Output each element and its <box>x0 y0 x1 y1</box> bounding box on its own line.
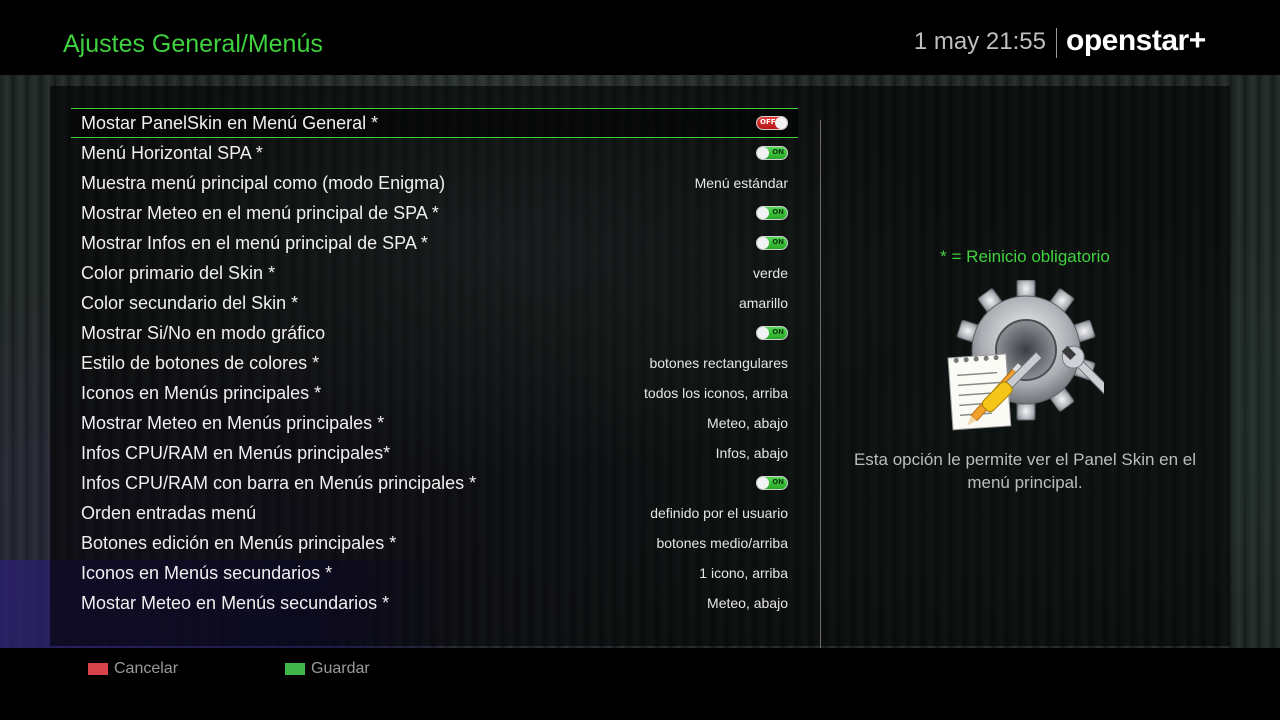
save-button[interactable]: Guardar <box>285 660 370 678</box>
settings-row[interactable]: Mostrar Meteo en el menú principal de SP… <box>71 198 798 228</box>
toggle-knob <box>757 147 769 159</box>
setting-value: Infos, abajo <box>715 445 788 461</box>
settings-row[interactable]: Color secundario del Skin * amarillo <box>71 288 798 318</box>
toggle-switch[interactable]: ON <box>756 236 788 250</box>
settings-row[interactable]: Botones edición en Menús principales * bo… <box>71 528 798 558</box>
setting-value: Meteo, abajo <box>707 595 788 611</box>
setting-label: Estilo de botones de colores * <box>81 352 320 373</box>
setting-value: definido por el usuario <box>650 505 788 521</box>
help-text: Esta opción le permite ver el Panel Skin… <box>853 450 1197 492</box>
settings-row[interactable]: Infos CPU/RAM con barra en Menús princip… <box>71 468 798 498</box>
toggle-knob <box>757 327 769 339</box>
setting-value: 1 icono, arriba <box>699 565 788 581</box>
settings-row[interactable]: Iconos en Menús principales * todos los i… <box>71 378 798 408</box>
settings-row[interactable]: Color primario del Skin * verde <box>71 258 798 288</box>
toggle-knob <box>757 477 769 489</box>
toggle-switch[interactable]: ON <box>756 206 788 220</box>
toggle-text: ON <box>772 148 784 156</box>
settings-row[interactable]: Orden entradas menú definido por el usuar… <box>71 498 798 528</box>
toggle-knob <box>757 207 769 219</box>
cancel-button[interactable]: Cancelar <box>88 660 178 678</box>
toggle-text: ON <box>772 478 784 486</box>
setting-value: verde <box>752 265 788 281</box>
setting-label: Infos CPU/RAM con barra en Menús princip… <box>81 472 477 493</box>
restart-note: * = Reinicio obligatorio <box>940 247 1110 266</box>
setting-label: Mostrar Si/No en modo gráfico <box>81 322 326 343</box>
toggle-text: OFF <box>760 118 776 126</box>
setting-value: botones rectangulares <box>649 355 788 371</box>
red-key-icon <box>88 663 108 675</box>
toggle-text: ON <box>772 208 784 216</box>
setting-label: Iconos en Menús secundarios * <box>81 562 333 583</box>
setting-value: Meteo, abajo <box>707 415 788 431</box>
date-time: 1 may 21:55 <box>913 28 1046 55</box>
settings-gear-tools-icon <box>944 279 1130 435</box>
toggle-switch[interactable]: ON <box>756 476 788 490</box>
green-key-icon <box>285 663 305 675</box>
setting-label: Color primario del Skin * <box>81 262 276 283</box>
panel-divider <box>820 120 821 650</box>
settings-row[interactable]: Mostrar Meteo en Menús principales * Mete… <box>71 408 798 438</box>
brand-logo: openstar+ <box>1066 24 1206 57</box>
setting-label: Mostrar Infos en el menú principal de SP… <box>81 232 428 253</box>
settings-row[interactable]: Mostar PanelSkin en Menú General * OFF <box>71 108 798 138</box>
setting-value: todos los iconos, arriba <box>644 385 788 401</box>
header-divider <box>1056 28 1057 58</box>
setting-label: Orden entradas menú <box>81 502 257 523</box>
setting-value: Menú estándar <box>694 175 788 191</box>
setting-label: Botones edición en Menús principales * <box>81 532 397 553</box>
save-label: Guardar <box>311 660 370 677</box>
settings-row[interactable]: Iconos en Menús secundarios * 1 icono, ar… <box>71 558 798 588</box>
setting-value: botones medio/arriba <box>656 535 788 551</box>
page-title: Ajustes General/Menús <box>63 30 323 58</box>
setting-label: Mostar PanelSkin en Menú General * <box>81 112 379 133</box>
toggle-knob <box>775 117 787 129</box>
toggle-text: ON <box>772 238 784 246</box>
setting-label: Color secundario del Skin * <box>81 292 299 313</box>
setting-label: Infos CPU/RAM en Menús principales* <box>81 442 391 463</box>
settings-row[interactable]: Menú Horizontal SPA * ON <box>71 138 798 168</box>
toggle-knob <box>757 237 769 249</box>
toggle-switch[interactable]: ON <box>756 326 788 340</box>
setting-label: Mostar Meteo en Menús secundarios * <box>81 592 390 613</box>
setting-value: amarillo <box>738 295 788 311</box>
settings-row[interactable]: Estilo de botones de colores * botones re… <box>71 348 798 378</box>
setting-label: Menú Horizontal SPA * <box>81 142 263 163</box>
settings-row[interactable]: Infos CPU/RAM en Menús principales* Infos… <box>71 438 798 468</box>
cancel-label: Cancelar <box>114 660 179 677</box>
setting-label: Mostrar Meteo en Menús principales * <box>81 412 385 433</box>
settings-row[interactable]: Mostrar Infos en el menú principal de SP… <box>71 228 798 258</box>
toggle-switch[interactable]: OFF <box>756 116 788 130</box>
settings-list: Mostar PanelSkin en Menú General * OFF Men… <box>71 108 798 618</box>
setting-label: Muestra menú principal como (modo Enigma… <box>81 172 446 193</box>
toggle-switch[interactable]: ON <box>756 146 788 160</box>
settings-row[interactable]: Mostrar Si/No en modo gráfico ON <box>71 318 798 348</box>
settings-row[interactable]: Muestra menú principal como (modo Enigma… <box>71 168 798 198</box>
settings-row[interactable]: Mostar Meteo en Menús secundarios * Meteo… <box>71 588 798 618</box>
setting-label: Iconos en Menús principales * <box>81 382 322 403</box>
toggle-text: ON <box>772 328 784 336</box>
footer-bar <box>0 648 1280 720</box>
setting-label: Mostrar Meteo en el menú principal de SP… <box>81 202 439 223</box>
top-bar: Ajustes General/Menús 1 may 21:55 openst… <box>0 0 1280 75</box>
